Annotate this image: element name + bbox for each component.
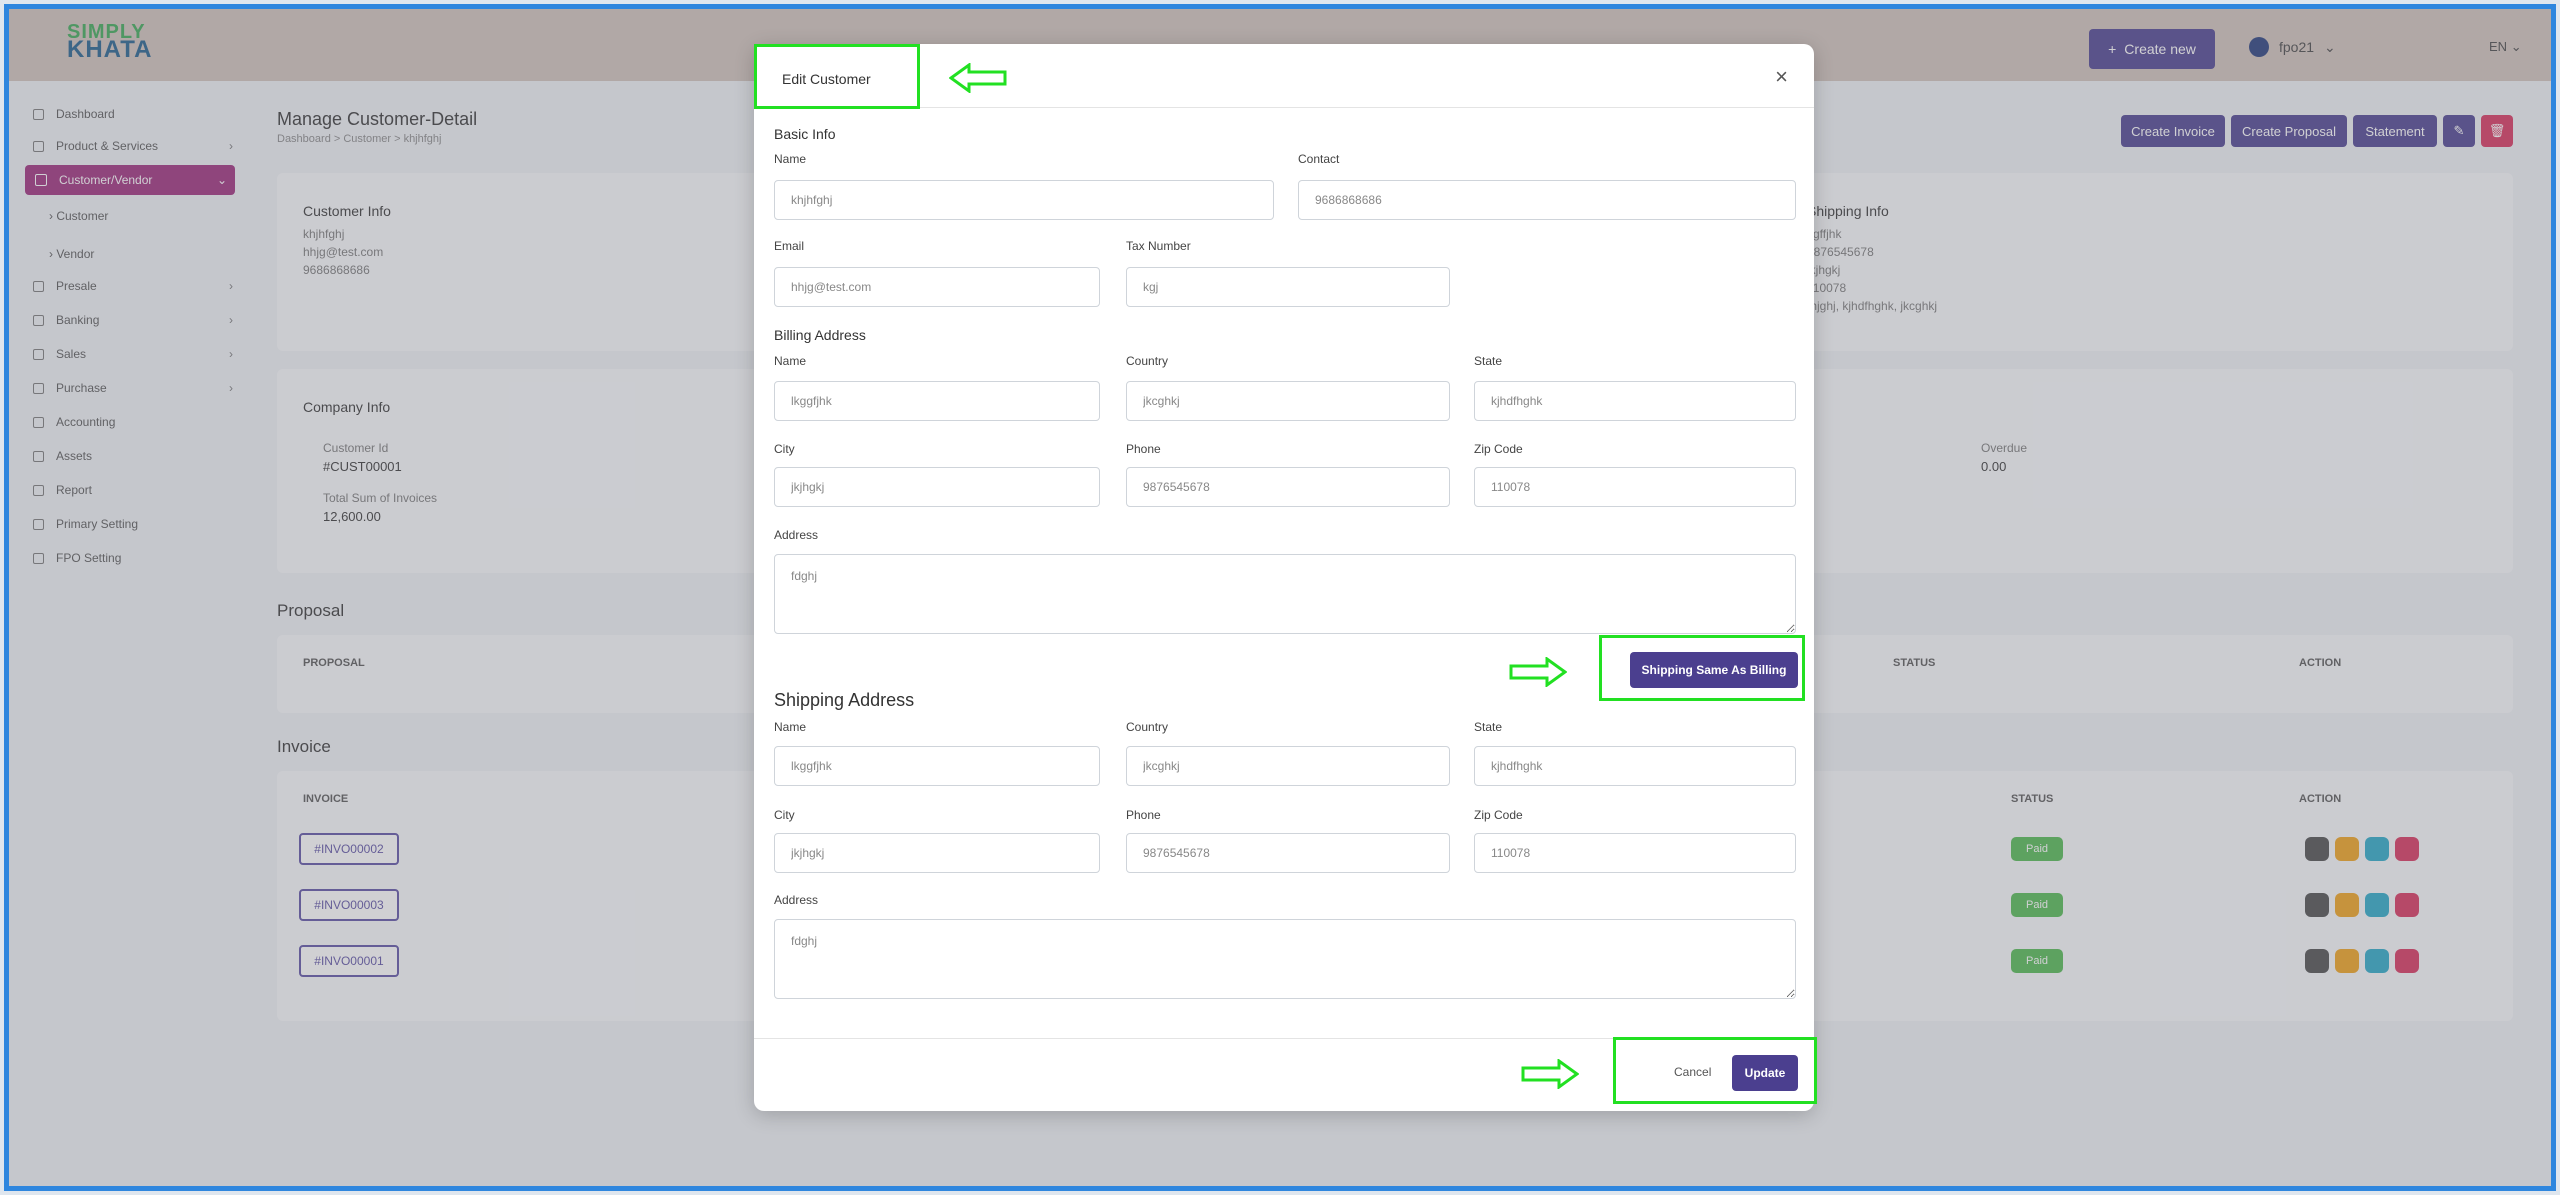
billing-state-label: State <box>1474 354 1503 368</box>
shipping-phone-input[interactable] <box>1126 833 1450 873</box>
billing-zip-input[interactable] <box>1474 467 1796 507</box>
billing-name-label: Name <box>774 354 807 368</box>
billing-address-heading: Billing Address <box>774 327 866 343</box>
billing-country-input[interactable] <box>1126 381 1450 421</box>
shipping-name-label: Name <box>774 720 807 734</box>
basic-info-heading: Basic Info <box>774 126 836 142</box>
name-label: Name <box>774 152 807 166</box>
shipping-zip-input[interactable] <box>1474 833 1796 873</box>
shipping-city-label: City <box>774 808 795 822</box>
screenshot-frame: SIMPLY KHATA + Create new fpo21 ⌄ EN ⌄ D… <box>4 4 2556 1191</box>
shipping-address-heading: Shipping Address <box>774 690 915 710</box>
annotation-box-footer <box>1613 1037 1817 1104</box>
billing-address-textarea[interactable]: fdghj <box>774 554 1796 634</box>
billing-phone-label: Phone <box>1126 442 1161 456</box>
edit-customer-modal: Edit Customer × Basic Info Name Contact … <box>754 44 1814 1111</box>
annotation-arrow-right-icon <box>1521 1059 1579 1089</box>
shipping-address-textarea[interactable]: fdghj <box>774 919 1796 999</box>
billing-address-label: Address <box>774 528 819 542</box>
annotation-arrow-right-icon <box>1509 657 1567 687</box>
shipping-city-input[interactable] <box>774 833 1100 873</box>
billing-name-input[interactable] <box>774 381 1100 421</box>
billing-zip-label: Zip Code <box>1474 442 1523 456</box>
tax-number-input[interactable] <box>1126 267 1450 307</box>
shipping-country-label: Country <box>1126 720 1169 734</box>
shipping-address-label: Address <box>774 893 819 907</box>
billing-state-input[interactable] <box>1474 381 1796 421</box>
email-input[interactable] <box>774 267 1100 307</box>
billing-city-input[interactable] <box>774 467 1100 507</box>
shipping-state-input[interactable] <box>1474 746 1796 786</box>
tax-number-label: Tax Number <box>1126 239 1191 253</box>
email-label: Email <box>774 239 805 253</box>
billing-phone-input[interactable] <box>1126 467 1450 507</box>
billing-country-label: Country <box>1126 354 1169 368</box>
contact-input[interactable] <box>1298 180 1796 220</box>
close-icon[interactable]: × <box>1775 64 1788 90</box>
annotation-box-title <box>754 44 920 109</box>
shipping-country-input[interactable] <box>1126 746 1450 786</box>
annotation-box-same-as-billing <box>1599 635 1805 701</box>
shipping-state-label: State <box>1474 720 1503 734</box>
billing-city-label: City <box>774 442 795 456</box>
shipping-name-input[interactable] <box>774 746 1100 786</box>
shipping-zip-label: Zip Code <box>1474 808 1523 822</box>
name-input[interactable] <box>774 180 1274 220</box>
annotation-arrow-left-icon <box>949 63 1007 93</box>
shipping-phone-label: Phone <box>1126 808 1161 822</box>
contact-label: Contact <box>1298 152 1340 166</box>
